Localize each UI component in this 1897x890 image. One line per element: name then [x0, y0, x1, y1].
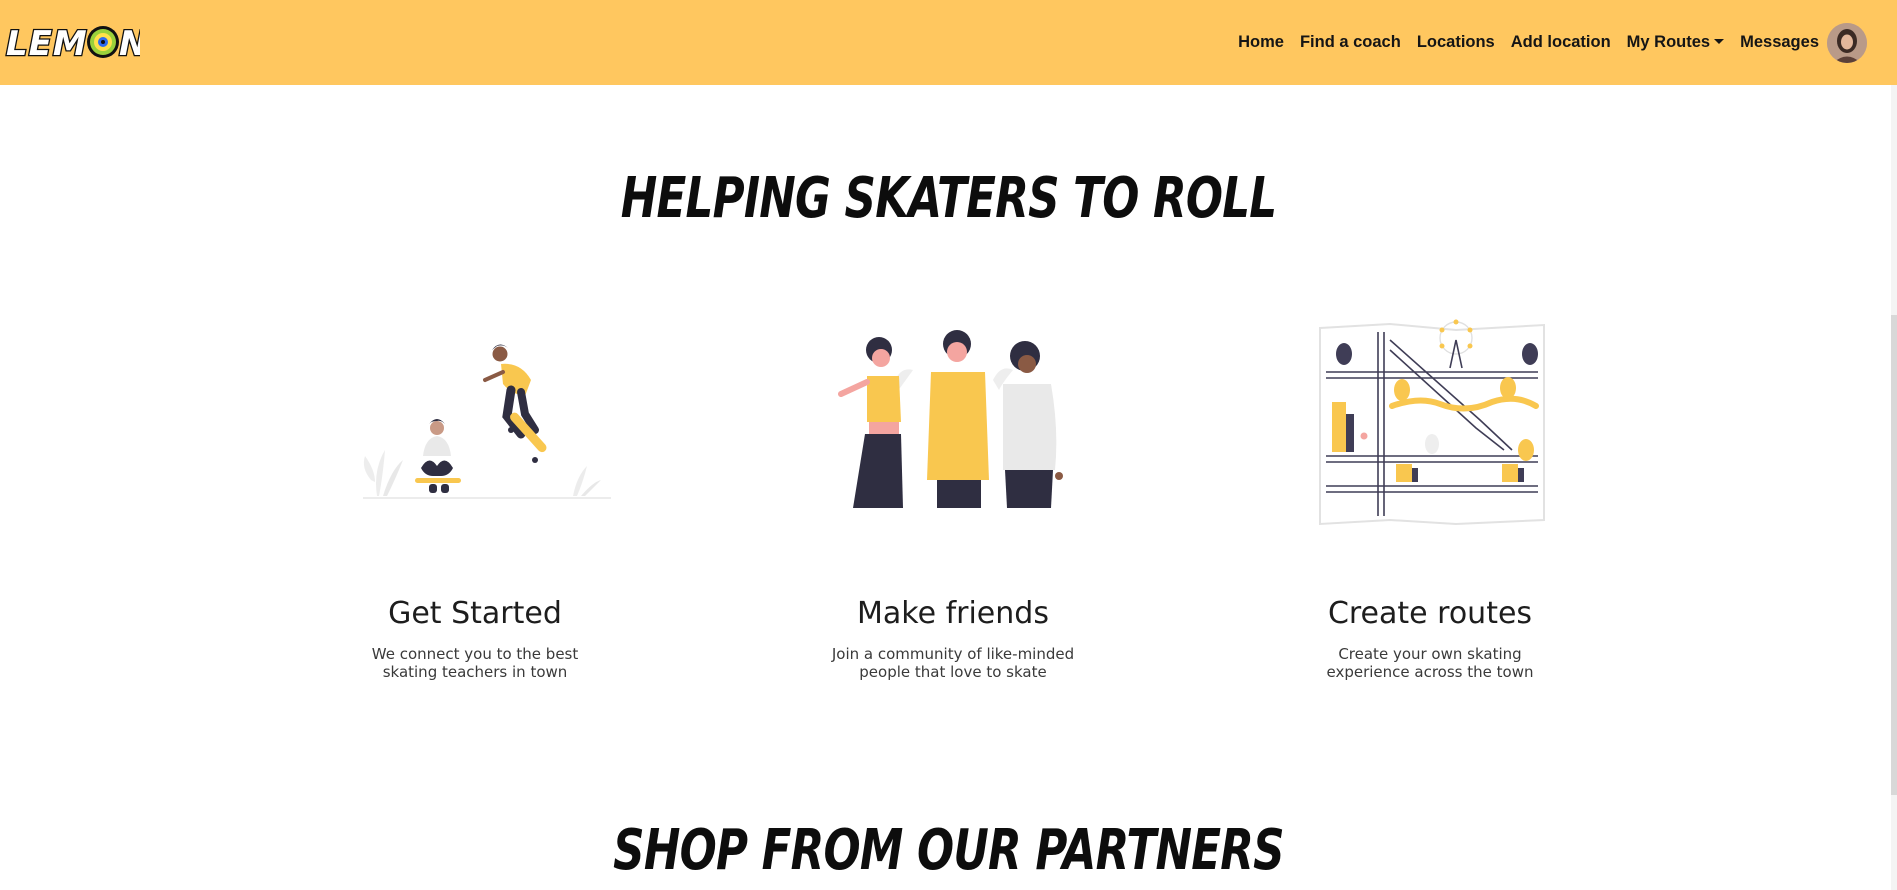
nav-my-routes-label: My Routes [1626, 33, 1711, 51]
user-avatar[interactable] [1827, 23, 1867, 63]
city-map-illustration-icon [1319, 319, 1545, 526]
skaters-illustration-icon [363, 344, 611, 499]
feature-description: Join a community of like-minded people t… [831, 645, 1075, 681]
logo-graphic: LEM N [5, 23, 140, 64]
hero-title: HELPING SKATERS TO ROLL [620, 166, 1277, 231]
feature-card-get-started: Get Started We connect you to the best s… [310, 310, 640, 681]
lemon-wheel-icon [87, 26, 119, 58]
feature-description: Create your own skating experience acros… [1326, 645, 1534, 681]
top-navbar: LEM N Home Find a coach Locations Add lo… [0, 0, 1897, 85]
friends-illustration-icon [838, 330, 1063, 508]
feature-card-create-routes: Create routes Create your own skating ex… [1265, 310, 1595, 681]
scrollbar-thumb[interactable] [1891, 315, 1897, 795]
nav-home[interactable]: Home [1238, 33, 1284, 52]
feature-description: We connect you to the best skating teach… [371, 645, 579, 681]
svg-text:N: N [119, 24, 140, 64]
nav-locations[interactable]: Locations [1417, 33, 1495, 52]
nav-my-routes-dropdown[interactable]: My Routes [1626, 33, 1725, 52]
nav-add-location[interactable]: Add location [1511, 33, 1611, 52]
partners-title: SHOP FROM OUR PARTNERS [613, 818, 1284, 883]
user-photo-icon [1827, 23, 1867, 63]
nav-find-a-coach[interactable]: Find a coach [1300, 33, 1401, 52]
chevron-down-icon [1714, 39, 1725, 44]
svg-text:LEM: LEM [6, 24, 88, 64]
feature-title: Create routes [1327, 596, 1533, 631]
main-nav: Home Find a coach Locations Add location… [1238, 0, 1819, 85]
nav-messages[interactable]: Messages [1740, 33, 1819, 52]
feature-card-make-friends: Make friends Join a community of like-mi… [788, 310, 1118, 681]
page-scrollbar[interactable] [1891, 85, 1897, 890]
feature-title: Get Started [388, 596, 562, 631]
feature-title: Make friends [857, 596, 1049, 631]
lemon-logo[interactable]: LEM N [4, 20, 140, 64]
